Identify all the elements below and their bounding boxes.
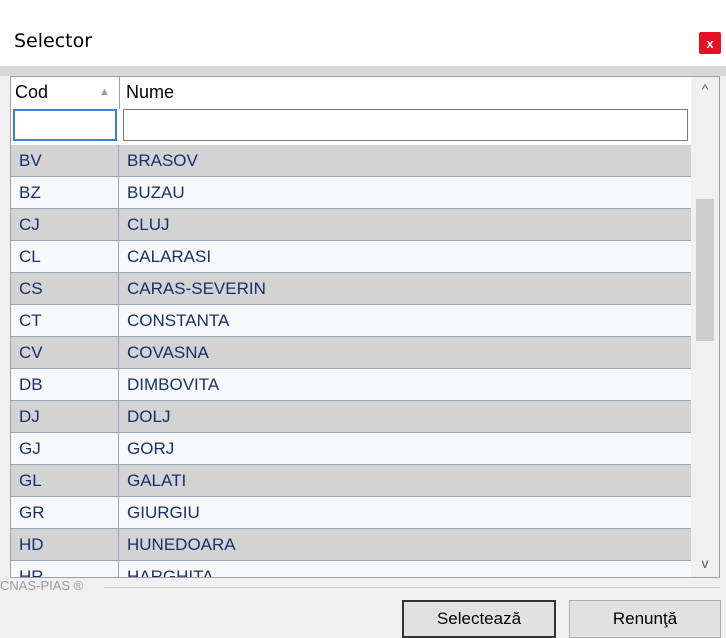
cell-nume: HARGHITA [127, 567, 214, 578]
table-row[interactable]: GJ GORJ [11, 433, 691, 465]
window-title: Selector [14, 30, 93, 52]
grid-rows: BV BRASOV BZ BUZAU CJ CLUJ CL CALARASI CS CAR… [11, 145, 691, 578]
cell-cod: CL [11, 241, 119, 272]
cell-cod: DB [11, 369, 119, 400]
table-row[interactable]: DB DIMBOVITA [11, 369, 691, 401]
group-box-divider [104, 587, 720, 588]
scroll-down-icon[interactable]: v [691, 555, 719, 575]
cell-nume: BRASOV [127, 151, 198, 170]
cell-cod: CV [11, 337, 119, 368]
cell-nume: DOLJ [127, 407, 171, 426]
cell-cod: HD [11, 529, 119, 560]
cell-nume: GIURGIU [127, 503, 200, 522]
table-row[interactable]: CT CONSTANTA [11, 305, 691, 337]
column-header-nume[interactable]: Nume [120, 77, 690, 109]
scroll-up-icon[interactable]: ^ [691, 81, 719, 101]
table-row[interactable]: HR HARGHITA [11, 561, 691, 578]
close-icon: x [706, 35, 714, 51]
close-button[interactable]: x [699, 32, 721, 54]
filter-nume-input[interactable] [123, 109, 688, 141]
cell-cod: BZ [11, 177, 119, 208]
table-row[interactable]: CJ CLUJ [11, 209, 691, 241]
vertical-scrollbar[interactable]: ^ v [691, 77, 719, 577]
column-header-label: Nume [126, 82, 175, 102]
select-button[interactable]: Selectează [402, 600, 556, 638]
title-bar: Selector x [0, 0, 726, 70]
cell-nume: HUNEDOARA [127, 535, 236, 554]
table-row[interactable]: BV BRASOV [11, 145, 691, 177]
filter-row [11, 109, 691, 145]
group-box-label: CNAS-PIAS ® [0, 578, 84, 593]
table-row[interactable]: GR GIURGIU [11, 497, 691, 529]
table-row[interactable]: HD HUNEDOARA [11, 529, 691, 561]
cell-cod: GL [11, 465, 119, 496]
filter-cod-input[interactable] [13, 109, 117, 141]
cell-nume: BUZAU [127, 183, 185, 202]
cell-nume: COVASNA [127, 343, 209, 362]
cell-cod: HR [11, 561, 119, 577]
table-row[interactable]: BZ BUZAU [11, 177, 691, 209]
table-row[interactable]: GL GALATI [11, 465, 691, 497]
cell-nume: GORJ [127, 439, 175, 458]
cell-cod: GR [11, 497, 119, 528]
cell-nume: GALATI [127, 471, 187, 490]
sort-ascending-icon: ▲ [99, 86, 110, 98]
cell-nume: CONSTANTA [127, 311, 230, 330]
scrollbar-thumb[interactable] [696, 199, 714, 341]
cell-cod: BV [11, 145, 119, 176]
data-grid[interactable]: Cod ▲ Nume BV BRASOV BZ BUZAU CJ CLUJ CL CAL… [10, 76, 720, 578]
cell-nume: CARAS-SEVERIN [127, 279, 266, 298]
table-row[interactable]: CV COVASNA [11, 337, 691, 369]
cell-cod: DJ [11, 401, 119, 432]
cancel-button[interactable]: Renunţă [569, 600, 721, 638]
cell-nume: CALARASI [127, 247, 212, 266]
cell-cod: GJ [11, 433, 119, 464]
table-row[interactable]: CL CALARASI [11, 241, 691, 273]
table-row[interactable]: CS CARAS-SEVERIN [11, 273, 691, 305]
cell-nume: CLUJ [127, 215, 170, 234]
column-header-label: Cod [15, 82, 49, 102]
table-row[interactable]: DJ DOLJ [11, 401, 691, 433]
cell-cod: CS [11, 273, 119, 304]
grid-top-border [0, 66, 726, 76]
cell-cod: CJ [11, 209, 119, 240]
cell-nume: DIMBOVITA [127, 375, 220, 394]
cell-cod: CT [11, 305, 119, 336]
column-header-cod[interactable]: Cod ▲ [11, 77, 120, 109]
